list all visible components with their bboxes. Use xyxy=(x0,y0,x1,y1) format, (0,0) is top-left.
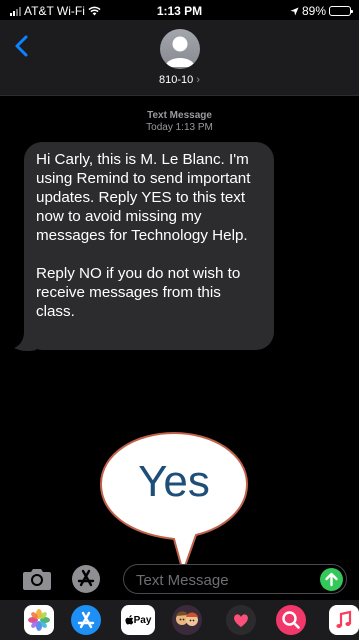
apple-logo-icon xyxy=(125,615,133,625)
message-time-label: Today 1:13 PM xyxy=(146,122,213,133)
photos-icon[interactable] xyxy=(24,605,54,635)
battery-icon xyxy=(329,6,353,16)
memoji-faces xyxy=(172,605,202,635)
status-right: 89% xyxy=(290,4,353,18)
contact-name[interactable]: 810-10 › xyxy=(0,74,359,86)
app-store-icon[interactable] xyxy=(71,605,101,635)
message-paragraph: Reply NO if you do not wish to receive m… xyxy=(36,265,241,320)
message-paragraph: Hi Carly, this is M. Le Blanc. I'm using… xyxy=(36,151,251,244)
location-arrow-icon xyxy=(290,6,299,16)
message-timestamp: Text Message Today 1:13 PM xyxy=(0,110,359,134)
person-silhouette-icon xyxy=(165,36,195,67)
music-icon[interactable] xyxy=(329,605,359,635)
contact-chevron-icon: › xyxy=(196,74,200,86)
music-note-glyph xyxy=(336,610,352,628)
callout-text: Yes xyxy=(138,457,210,506)
app-store-button[interactable] xyxy=(72,565,100,593)
apple-pay-label: Pay xyxy=(133,614,152,626)
input-bar: Text Message xyxy=(0,558,359,598)
back-chevron-icon[interactable] xyxy=(12,34,32,58)
heart-glyph xyxy=(234,614,248,627)
magnifier-glyph xyxy=(282,611,300,629)
up-arrow-icon xyxy=(325,572,338,587)
memoji-icon[interactable] xyxy=(172,605,202,635)
battery-percent: 89% xyxy=(301,4,326,18)
received-message-bubble[interactable]: Hi Carly, this is M. Le Blanc. I'm using… xyxy=(24,142,274,350)
contact-name-label: 810-10 xyxy=(159,74,194,86)
send-button[interactable] xyxy=(320,568,343,591)
message-type-label: Text Message xyxy=(147,110,212,121)
photos-petals xyxy=(28,609,50,631)
apple-pay-icon[interactable]: Pay xyxy=(121,605,155,635)
digital-touch-icon[interactable] xyxy=(226,605,256,635)
app-drawer: Pay xyxy=(0,600,359,640)
message-input[interactable]: Text Message xyxy=(123,564,347,594)
camera-icon[interactable] xyxy=(22,567,52,591)
app-store-glyph-icon xyxy=(77,569,95,587)
image-search-icon[interactable] xyxy=(276,605,306,635)
contact-avatar[interactable] xyxy=(160,29,200,69)
status-bar: AT&T Wi-Fi 1:13 PM 89% xyxy=(0,0,359,20)
app-store-a-glyph xyxy=(77,611,95,629)
message-input-placeholder: Text Message xyxy=(136,572,229,589)
conversation-header: 810-10 › xyxy=(0,20,359,96)
